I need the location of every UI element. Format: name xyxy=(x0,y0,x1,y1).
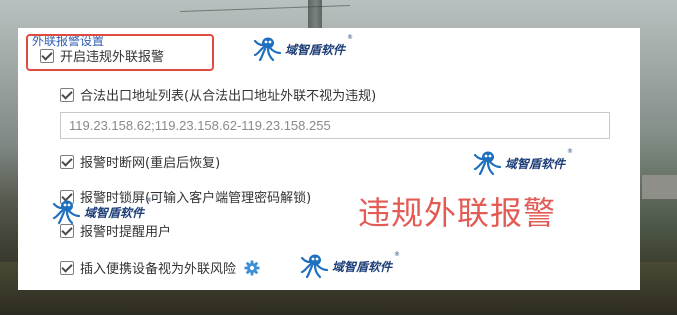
watermark-registered-mark: ® xyxy=(146,197,153,204)
watermark-registered-mark: ® xyxy=(347,34,354,41)
watermark-logo: 域智盾软件 ® xyxy=(253,34,354,62)
legal-addresses-label: 合法出口地址列表(从合法出口地址外联不视为违规) xyxy=(80,89,377,104)
remind-user-checkbox[interactable] xyxy=(60,223,74,238)
enable-alarm-checkbox[interactable] xyxy=(40,48,54,63)
option-disconnect-network[interactable]: 报警时断网(重启后恢复) xyxy=(60,152,220,171)
octopus-icon xyxy=(473,151,502,176)
option-enable-alarm[interactable]: 开启违规外联报警 xyxy=(40,46,164,65)
disconnect-network-checkbox[interactable] xyxy=(60,154,74,169)
option-legal-addresses[interactable]: 合法出口地址列表(从合法出口地址外联不视为违规) xyxy=(60,85,376,104)
portable-device-checkbox[interactable] xyxy=(60,260,74,275)
watermark-text: 域智盾软件 xyxy=(84,205,145,220)
background-house xyxy=(642,175,677,199)
octopus-icon xyxy=(52,200,81,225)
option-portable-device[interactable]: 插入便携设备视为外联风险 xyxy=(60,258,260,277)
watermark-text: 域智盾软件 xyxy=(332,259,393,274)
watermark-logo: 域智盾软件 ® xyxy=(52,197,153,225)
gear-icon[interactable] xyxy=(244,260,260,276)
watermark-text: 域智盾软件 xyxy=(285,42,346,57)
portable-device-label: 插入便携设备视为外联风险 xyxy=(80,262,237,277)
watermark-registered-mark: ® xyxy=(394,251,401,258)
legal-addresses-checkbox[interactable] xyxy=(60,87,74,102)
octopus-icon xyxy=(300,254,329,279)
background-wire xyxy=(180,5,350,12)
settings-panel: 外联报警设置 开启违规外联报警 合法出口地址列表(从合法出口地址外联不视为违规)… xyxy=(18,28,640,290)
watermark-logo: 域智盾软件 ® xyxy=(473,148,574,176)
watermark-logo: 域智盾软件 ® xyxy=(300,251,401,279)
octopus-icon xyxy=(253,37,282,62)
enable-alarm-label: 开启违规外联报警 xyxy=(60,50,165,65)
watermark-registered-mark: ® xyxy=(567,148,574,155)
watermark-text: 域智盾软件 xyxy=(505,156,566,171)
disconnect-network-label: 报警时断网(重启后恢复) xyxy=(80,156,221,171)
feature-title-overlay: 违规外联报警 xyxy=(358,194,557,232)
legal-addresses-input[interactable]: 119.23.158.62;119.23.158.62-119.23.158.2… xyxy=(60,112,610,139)
